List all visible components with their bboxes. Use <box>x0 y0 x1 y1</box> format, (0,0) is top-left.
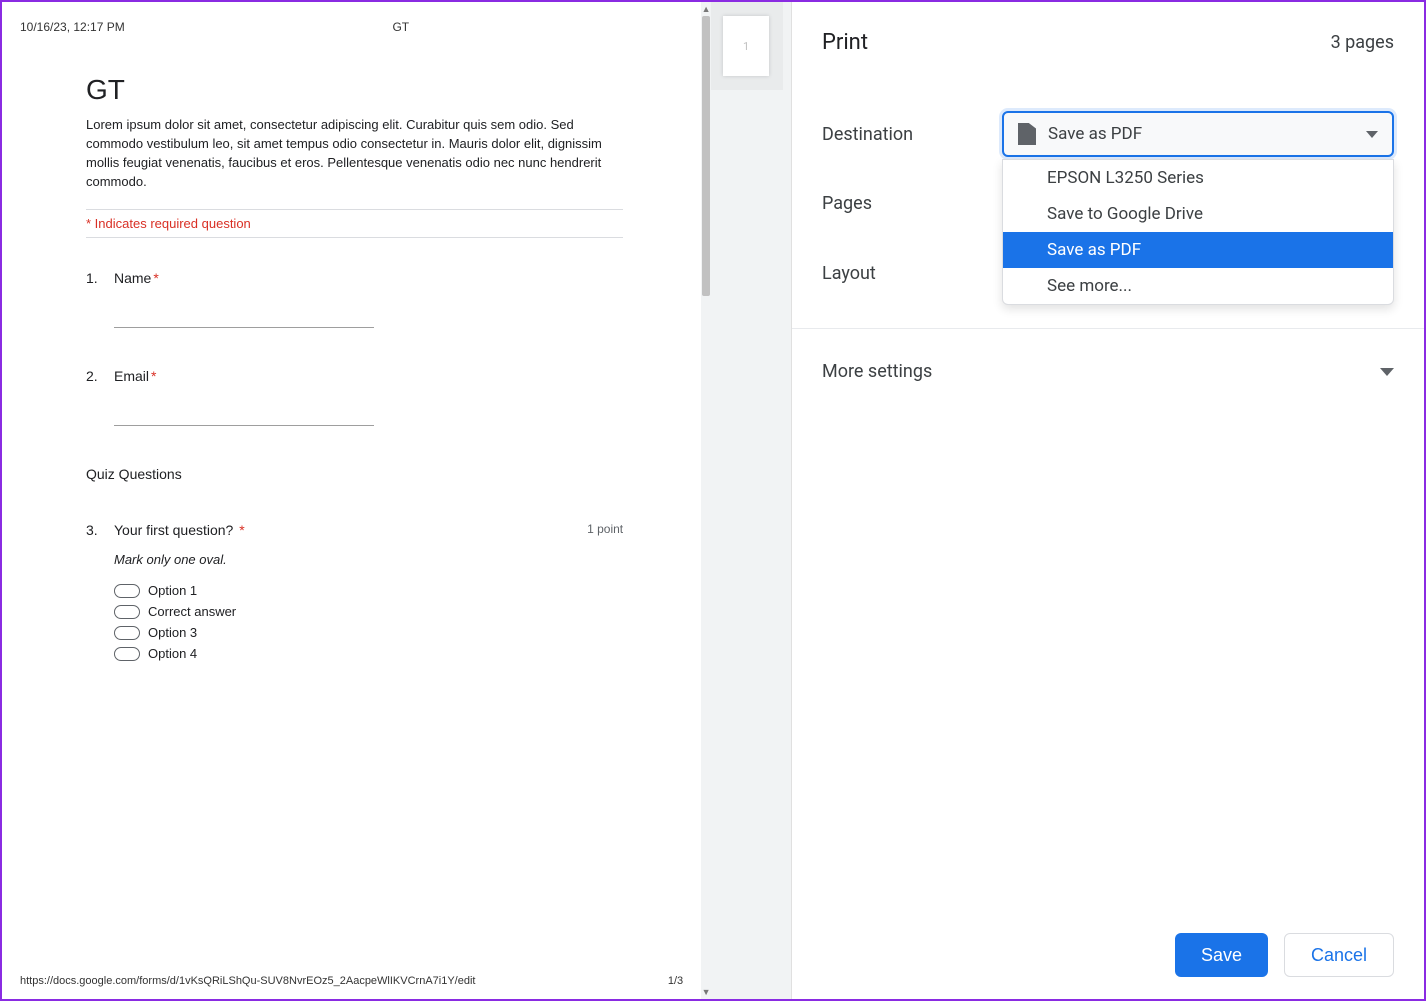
page-thumbnail[interactable]: 1 <box>723 16 769 76</box>
required-star-icon: * <box>153 270 158 286</box>
required-star-icon: * <box>151 368 156 384</box>
page-count-label: 3 pages <box>1331 32 1394 53</box>
destination-dropdown-menu: EPSON L3250 Series Save to Google Drive … <box>1002 159 1394 305</box>
thumbnail-page-number: 1 <box>743 40 749 53</box>
question-number: 3. <box>86 522 114 538</box>
option-label: Correct answer <box>148 604 236 619</box>
option-row: Option 4 <box>114 646 623 661</box>
chevron-down-icon <box>1380 368 1394 376</box>
scroll-up-button[interactable]: ▲ <box>701 2 711 16</box>
save-button[interactable]: Save <box>1175 933 1268 977</box>
pages-label: Pages <box>822 193 1002 214</box>
destination-option-see-more[interactable]: See more... <box>1003 268 1393 304</box>
print-settings-panel: Print 3 pages Destination Save as PDF EP… <box>792 2 1424 999</box>
question-row: 3. Your first question? * 1 point <box>86 522 623 538</box>
pdf-file-icon <box>1018 123 1036 145</box>
question-label: Email* <box>114 368 156 384</box>
oval-icon <box>114 647 140 661</box>
scroll-down-button[interactable]: ▼ <box>701 985 711 999</box>
scrollbar-track[interactable] <box>701 16 711 985</box>
chevron-down-icon <box>1366 131 1378 138</box>
option-label: Option 3 <box>148 625 197 640</box>
question-number: 1. <box>86 270 114 286</box>
question-row: 1. Name* <box>86 270 623 286</box>
question-hint: Mark only one oval. <box>114 552 623 567</box>
option-row: Option 1 <box>114 583 623 598</box>
panel-title: Print <box>822 30 868 55</box>
question-label: Your first question? * <box>114 522 245 538</box>
doc-description: Lorem ipsum dolor sit amet, consectetur … <box>86 116 623 191</box>
doc-title: GT <box>86 74 623 106</box>
destination-dropdown[interactable]: Save as PDF <box>1002 111 1394 157</box>
short-answer-line <box>114 404 374 426</box>
question-points: 1 point <box>587 522 623 536</box>
preview-document-page: 10/16/23, 12:17 PM GT GT Lorem ipsum dol… <box>2 2 701 999</box>
page-thumbnail-strip: ▲ ▼ 1 <box>701 2 791 999</box>
doc-header-date: 10/16/23, 12:17 PM <box>20 20 125 34</box>
section-label: Quiz Questions <box>86 466 623 482</box>
required-star-icon: * <box>239 522 244 538</box>
option-row: Correct answer <box>114 604 623 619</box>
question-label: Name* <box>114 270 159 286</box>
print-preview-pane: 10/16/23, 12:17 PM GT GT Lorem ipsum dol… <box>2 2 792 999</box>
scrollbar-thumb[interactable] <box>702 16 710 296</box>
more-settings-toggle[interactable]: More settings <box>792 329 1424 414</box>
more-settings-label: More settings <box>822 361 932 382</box>
cancel-button[interactable]: Cancel <box>1284 933 1394 977</box>
destination-option-epson[interactable]: EPSON L3250 Series <box>1003 160 1393 196</box>
doc-header-short-title: GT <box>392 20 409 34</box>
destination-option-google-drive[interactable]: Save to Google Drive <box>1003 196 1393 232</box>
oval-icon <box>114 605 140 619</box>
option-label: Option 1 <box>148 583 197 598</box>
doc-footer-pagenum: 1/3 <box>668 975 683 987</box>
question-number: 2. <box>86 368 114 384</box>
destination-selected-value: Save as PDF <box>1048 124 1142 144</box>
layout-label: Layout <box>822 263 1002 284</box>
short-answer-line <box>114 306 374 328</box>
oval-icon <box>114 584 140 598</box>
question-row: 2. Email* <box>86 368 623 384</box>
required-indicator-note: * Indicates required question <box>86 209 623 238</box>
option-label: Option 4 <box>148 646 197 661</box>
oval-icon <box>114 626 140 640</box>
destination-option-save-as-pdf[interactable]: Save as PDF <box>1003 232 1393 268</box>
doc-footer-url: https://docs.google.com/forms/d/1vKsQRiL… <box>20 975 475 987</box>
option-row: Option 3 <box>114 625 623 640</box>
destination-label: Destination <box>822 124 1002 145</box>
